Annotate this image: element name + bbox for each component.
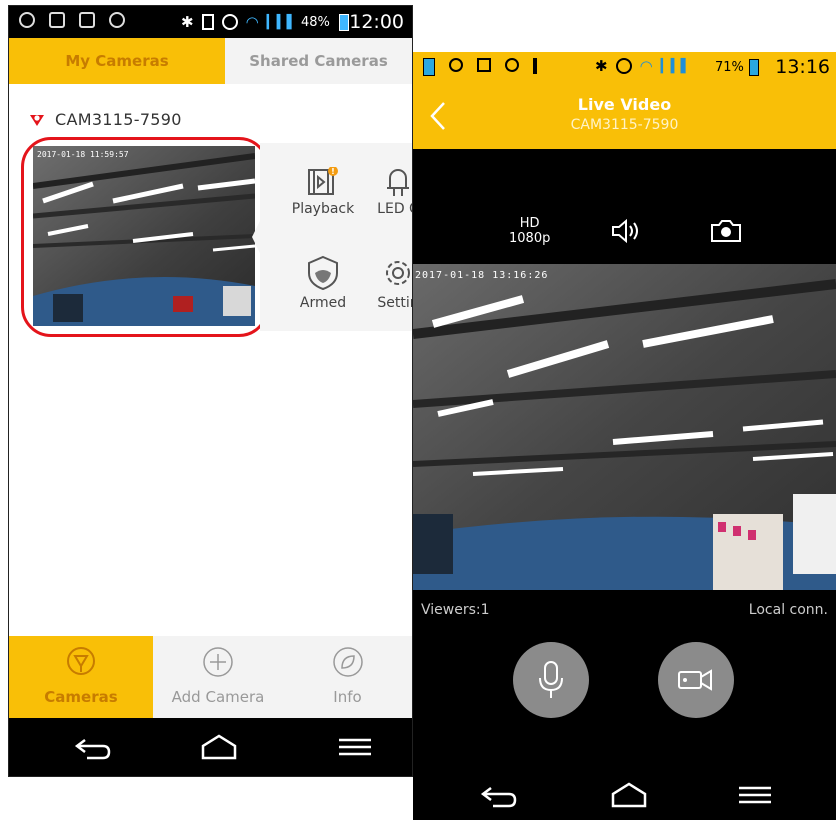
wifi-icon: ◠ [639, 57, 653, 75]
signal-icon: ▎▍▌ [660, 58, 691, 74]
info-leaf-icon [332, 647, 363, 677]
record-video-button[interactable] [658, 642, 734, 718]
panel-notch [252, 217, 262, 257]
clock: 13:16 [775, 56, 830, 78]
video-camera-icon [678, 669, 712, 691]
status-bar: ✱ ◠ ▎▍▌ 71% 13:16 [413, 52, 836, 83]
back-key-icon[interactable] [479, 780, 519, 810]
vpn-icon [19, 12, 35, 28]
battery-percent: 71% [715, 60, 744, 75]
camera-actions-panel: ! Playback LED C Armed Se [252, 143, 412, 331]
status-icons [19, 12, 125, 28]
viewers-count: Viewers:1 [421, 602, 490, 618]
alarm-icon [615, 58, 632, 74]
playback-button[interactable]: ! Playback [288, 166, 358, 217]
tab-shared-cameras[interactable]: Shared Cameras [225, 38, 412, 84]
connection-type: Local conn. [748, 602, 828, 618]
camera-pin-icon [30, 114, 44, 126]
vpn-icon [449, 58, 463, 72]
camera-tabs: My Cameras Shared Cameras [9, 38, 412, 84]
alarm-icon [221, 14, 238, 30]
led-control-button[interactable]: LED C [368, 167, 412, 217]
android-nav-bar [9, 718, 412, 776]
nav-cameras[interactable]: Cameras [9, 636, 153, 718]
quality-toggle[interactable]: HD 1080p [509, 216, 550, 246]
image-icon [49, 12, 65, 28]
battery-icon [749, 59, 759, 76]
nav-info-label: Info [333, 688, 362, 706]
camera-name: CAM3115-7590 [55, 110, 182, 129]
nav-info[interactable]: Info [283, 636, 412, 718]
battery-icon [339, 14, 349, 31]
quality-hd: HD [519, 216, 540, 231]
stream-info: Viewers:1 Local conn. [413, 600, 836, 624]
wifi-icon: ◠ [245, 13, 259, 31]
led-label: LED C [377, 201, 412, 217]
settings-label: Settin [377, 295, 412, 311]
battery-percent: 48% [301, 15, 330, 30]
usb-icon [533, 58, 537, 74]
microphone-button[interactable] [513, 642, 589, 718]
bluetooth-icon: ✱ [181, 13, 194, 31]
menu-key-icon[interactable] [335, 732, 375, 762]
clock: 12:00 [349, 11, 404, 33]
gallery-icon [79, 12, 95, 28]
bluetooth-icon: ✱ [595, 57, 608, 75]
nav-add-camera[interactable]: Add Camera [153, 636, 283, 718]
phone-cameras-list: ✱ ◠ ▎▍▌ 48% 12:00 My Cameras Shared Came… [8, 5, 413, 777]
signal-icon: ▎▍▌ [266, 14, 297, 30]
home-key-icon[interactable] [199, 732, 239, 762]
live-video-header: Live Video CAM3115-7590 [413, 83, 836, 149]
nav-add-camera-label: Add Camera [171, 688, 265, 706]
snapshot-camera-icon[interactable] [709, 218, 743, 244]
usb-icon [109, 12, 125, 28]
back-key-icon[interactable] [73, 732, 113, 762]
image-icon [477, 58, 491, 72]
speaker-icon[interactable] [611, 218, 645, 244]
camera-subtitle: CAM3115-7590 [570, 117, 679, 133]
nav-cameras-label: Cameras [44, 688, 118, 706]
video-timestamp: 2017-01-18 13:16:26 [415, 270, 549, 281]
menu-key-icon[interactable] [735, 780, 775, 810]
status-right: ✱ ◠ ▎▍▌ [181, 13, 297, 31]
new-badge: ! [331, 167, 335, 176]
nfc-icon [201, 14, 214, 30]
live-video-feed[interactable]: 2017-01-18 13:16:26 [413, 264, 836, 590]
video-toolbar: HD 1080p [413, 212, 836, 264]
office-ceiling-video [413, 264, 836, 590]
vpn-icon-2 [505, 58, 519, 72]
playback-label: Playback [291, 201, 355, 217]
tab-my-cameras[interactable]: My Cameras [9, 38, 225, 84]
camera-pin-icon [67, 647, 95, 675]
status-right: ✱ ◠ ▎▍▌ [595, 57, 691, 75]
camera-header[interactable]: CAM3115-7590 [29, 110, 182, 129]
battery-saver-icon [423, 58, 435, 76]
microphone-icon [539, 661, 563, 698]
settings-button[interactable]: Settin [368, 255, 412, 311]
plus-circle-icon [203, 647, 233, 677]
led-bulb-icon [387, 169, 409, 196]
status-icons [423, 58, 537, 76]
playback-film-icon: ! [308, 166, 338, 195]
armed-label: Armed [299, 295, 347, 311]
armed-button[interactable]: Armed [292, 255, 354, 311]
bottom-nav: Cameras Add Camera Info [9, 636, 412, 718]
page-title: Live Video [577, 95, 672, 114]
quality-resolution: 1080p [509, 231, 551, 246]
shield-icon [308, 255, 338, 291]
status-bar: ✱ ◠ ▎▍▌ 48% 12:00 [9, 6, 412, 38]
phone-live-video: ✱ ◠ ▎▍▌ 71% 13:16 Live Video CAM3115-759… [413, 52, 836, 820]
highlight-ring [21, 137, 269, 337]
gear-icon [386, 261, 410, 285]
android-nav-bar [413, 752, 836, 820]
home-key-icon[interactable] [609, 780, 649, 810]
